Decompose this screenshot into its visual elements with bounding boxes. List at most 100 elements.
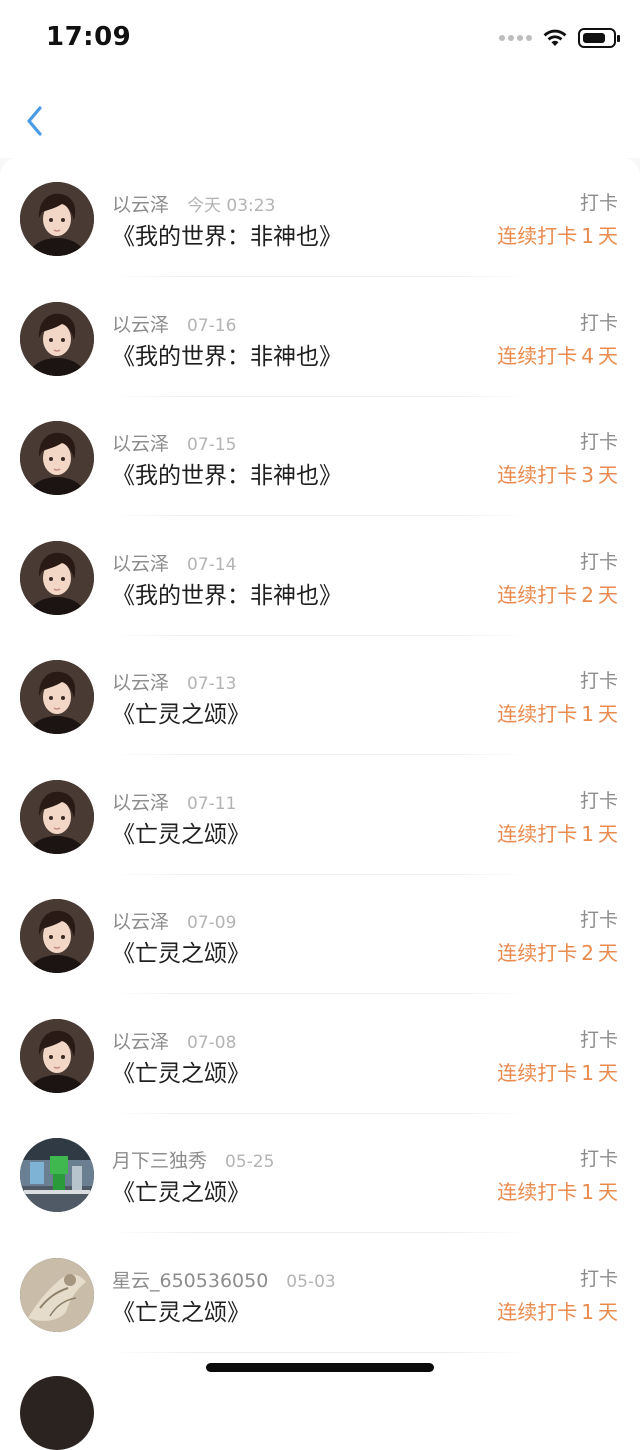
username[interactable]: 以云泽: [112, 907, 169, 934]
list-item[interactable]: 以云泽 07-16 《我的世界：非神也》 打卡 连续打卡 4 天: [0, 278, 640, 397]
checkin-list: 以云泽 今天 03:23 《我的世界：非神也》 打卡 连续打卡 1 天 以云泽 07…: [0, 158, 640, 1386]
streak-prefix: 连续打卡: [497, 1180, 578, 1204]
username[interactable]: 以云泽: [112, 1027, 169, 1054]
streak-days: 3: [581, 463, 594, 487]
book-title[interactable]: 《亡灵之颂》: [112, 1293, 250, 1327]
username[interactable]: 月下三独秀: [112, 1146, 207, 1173]
checkin-date: 07-14: [187, 554, 237, 575]
streak-text: 连续打卡 4 天: [497, 340, 618, 369]
avatar[interactable]: [20, 301, 94, 376]
streak-text: 连续打卡 3 天: [497, 459, 618, 488]
streak-suffix: 天: [598, 1060, 618, 1085]
username[interactable]: 以云泽: [112, 549, 169, 576]
streak-text: 连续打卡 1 天: [497, 220, 618, 249]
checkin-date: 07-15: [187, 435, 237, 455]
status-time: 17:09: [46, 22, 132, 52]
list-item[interactable]: 以云泽 07-13 《亡灵之颂》 打卡 连续打卡 1 天: [0, 636, 640, 755]
book-title[interactable]: 《亡灵之颂》: [112, 1173, 250, 1207]
list-item[interactable]: 以云泽 07-14 《我的世界：非神也》 打卡 连续打卡 2 天: [0, 517, 640, 636]
checkin-date: 07-09: [187, 913, 237, 933]
streak-days: 1: [581, 1180, 594, 1204]
chevron-left-icon: [27, 106, 42, 136]
name-line: 以云泽 07-14: [112, 549, 236, 576]
avatar[interactable]: [20, 1018, 94, 1093]
avatar[interactable]: [20, 899, 94, 973]
username[interactable]: 以云泽: [112, 668, 169, 695]
book-title[interactable]: 《我的世界：非神也》: [112, 217, 342, 251]
avatar[interactable]: [20, 421, 94, 495]
battery-icon: [578, 28, 620, 48]
streak-suffix: 天: [598, 702, 618, 726]
streak-suffix: 天: [598, 821, 618, 846]
divider: [110, 1351, 530, 1353]
status-bar: 17:09: [0, 0, 640, 80]
list-item[interactable]: 月下三独秀 05-25 《亡灵之颂》 打卡 连续打卡 1 天: [0, 1114, 640, 1233]
streak-text: 连续打卡 1 天: [497, 1176, 618, 1205]
nav-bar: [0, 80, 640, 158]
checkin-label: 打卡: [579, 1148, 618, 1170]
streak-prefix: 连续打卡: [497, 582, 578, 607]
checkin-label: 打卡: [579, 1267, 618, 1290]
streak-prefix: 连续打卡: [497, 702, 578, 726]
streak-prefix: 连续打卡: [497, 224, 578, 248]
book-title[interactable]: 《我的世界：非神也》: [112, 576, 342, 610]
streak-days: 1: [581, 702, 594, 726]
username[interactable]: 以云泽: [112, 310, 169, 337]
checkin-date: 07-11: [187, 793, 237, 814]
avatar[interactable]: [20, 779, 94, 854]
username[interactable]: 以云泽: [112, 190, 169, 217]
username[interactable]: 以云泽: [112, 788, 169, 815]
name-line: 月下三独秀 05-25: [112, 1146, 274, 1173]
name-line: 以云泽 07-16: [112, 310, 236, 337]
streak-days: 1: [581, 224, 594, 248]
checkin-label: 打卡: [579, 1028, 618, 1051]
checkin-label: 打卡: [579, 789, 618, 812]
book-title[interactable]: 《亡灵之颂》: [112, 1054, 250, 1088]
streak-days: 2: [581, 582, 594, 607]
cellular-signal-icon: [499, 35, 532, 41]
book-title[interactable]: 《我的世界：非神也》: [112, 456, 342, 490]
screen: 17:09 以云泽 今天 03:23 《我的世界：非神也》 打卡 连续打卡 1 …: [0, 0, 640, 1450]
streak-prefix: 连续打卡: [497, 1060, 578, 1085]
username[interactable]: 星云_650536050: [112, 1266, 268, 1293]
list-item[interactable]: 以云泽 07-11 《亡灵之颂》 打卡 连续打卡 1 天: [0, 756, 640, 875]
streak-prefix: 连续打卡: [497, 343, 578, 368]
checkin-date: 今天 03:23: [187, 196, 276, 216]
name-line: 以云泽 今天 03:23: [112, 190, 275, 217]
checkin-label: 打卡: [579, 311, 618, 334]
list-item[interactable]: 以云泽 07-08 《亡灵之颂》 打卡 连续打卡 1 天: [0, 995, 640, 1114]
status-icons: [499, 28, 620, 48]
streak-suffix: 天: [598, 463, 618, 487]
back-button[interactable]: [18, 100, 54, 140]
streak-suffix: 天: [598, 1180, 618, 1204]
list-item[interactable]: 以云泽 07-09 《亡灵之颂》 打卡 连续打卡 2 天: [0, 875, 640, 994]
streak-prefix: 连续打卡: [497, 941, 578, 965]
checkin-label: 打卡: [579, 670, 618, 692]
name-line: 以云泽 07-11: [112, 788, 236, 815]
book-title[interactable]: 《亡灵之颂》: [112, 934, 250, 968]
checkin-date: 07-08: [187, 1032, 237, 1053]
list-item[interactable]: 以云泽 今天 03:23 《我的世界：非神也》 打卡 连续打卡 1 天: [0, 158, 640, 277]
list-item[interactable]: 星云_650536050 05-03 《亡灵之颂》 打卡 连续打卡 1 天: [0, 1234, 640, 1353]
checkin-date: 07-13: [187, 674, 237, 694]
streak-prefix: 连续打卡: [497, 463, 578, 487]
streak-suffix: 天: [598, 343, 618, 368]
streak-suffix: 天: [598, 1299, 618, 1324]
streak-text: 连续打卡 1 天: [497, 698, 618, 727]
book-title[interactable]: 《亡灵之颂》: [112, 815, 250, 849]
book-title[interactable]: 《我的世界：非神也》: [112, 337, 342, 371]
list-item[interactable]: 以云泽 07-15 《我的世界：非神也》 打卡 连续打卡 3 天: [0, 397, 640, 516]
streak-days: 1: [581, 821, 594, 846]
avatar[interactable]: [20, 540, 94, 615]
avatar[interactable]: [20, 1257, 94, 1332]
avatar[interactable]: [20, 182, 94, 256]
checkin-date: 05-25: [225, 1152, 275, 1172]
avatar[interactable]: [20, 660, 94, 734]
checkin-label: 打卡: [579, 431, 618, 453]
streak-prefix: 连续打卡: [497, 1299, 578, 1324]
avatar[interactable]: [20, 1138, 94, 1212]
checkin-date: 07-16: [187, 315, 237, 336]
username[interactable]: 以云泽: [112, 429, 169, 456]
book-title[interactable]: 《亡灵之颂》: [112, 695, 250, 729]
home-indicator[interactable]: [206, 1363, 434, 1372]
